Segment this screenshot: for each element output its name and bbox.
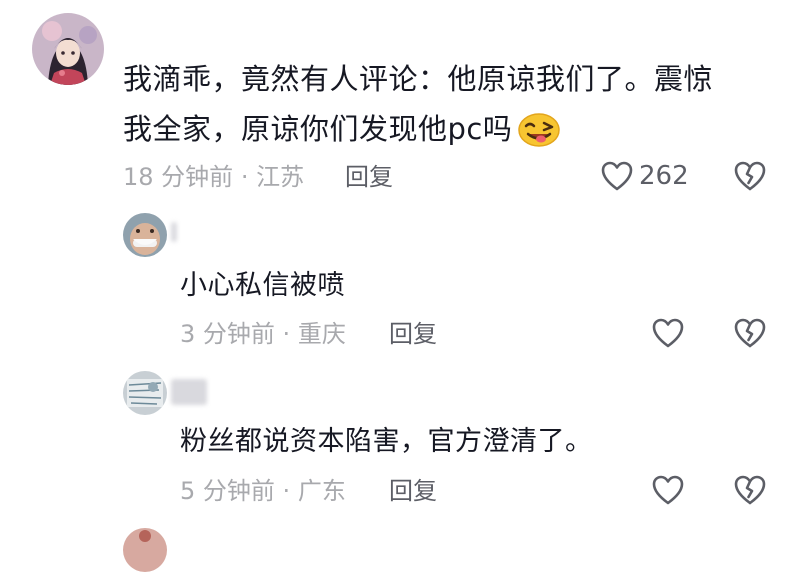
comment-text-line: 我全家，原谅你们发现他pc吗 (123, 104, 783, 154)
reply-meta: 5 分钟前 · 广东 (180, 476, 346, 506)
broken-heart-icon (733, 317, 767, 349)
reply-text: 小心私信被喷 (180, 270, 345, 301)
reply-location: 重庆 (297, 320, 346, 348)
reply-meta: 3 分钟前 · 重庆 (180, 319, 346, 349)
heart-outline-icon (651, 474, 685, 506)
comment-time: 18 分钟前 (123, 163, 234, 191)
comment-text-line-2: 我全家，原谅你们发现他pc吗 (123, 112, 513, 146)
heart-outline-icon (651, 317, 685, 349)
meta-separator: · (240, 163, 249, 191)
reply-text: 粉丝都说资本陷害，官方澄清了。 (180, 426, 593, 457)
heart-outline-icon (600, 160, 634, 192)
comment-text-line: 我滴乖，竟然有人评论：他原谅我们了。震惊 (123, 62, 714, 96)
replier-name-blurred (171, 222, 177, 242)
reply-button[interactable]: 回复 (345, 162, 393, 192)
reply-button[interactable]: 回复 (389, 319, 437, 349)
dislike-button[interactable] (733, 317, 767, 349)
broken-heart-icon (733, 474, 767, 506)
like-button[interactable] (651, 317, 685, 349)
comment-meta: 18 分钟前 · 江苏 (123, 162, 304, 192)
dislike-button[interactable] (733, 160, 767, 192)
comment-location: 江苏 (256, 163, 305, 191)
like-button[interactable] (651, 474, 685, 506)
replier-name-blurred (171, 379, 207, 405)
reply-location: 广东 (297, 477, 346, 505)
commenter-avatar[interactable] (32, 13, 104, 85)
winking-tongue-emoji-icon (516, 110, 562, 148)
reply-time: 5 分钟前 (180, 477, 275, 505)
dislike-button[interactable] (733, 474, 767, 506)
broken-heart-icon (733, 160, 767, 192)
like-count: 262 (639, 161, 689, 191)
replier-avatar[interactable] (123, 213, 167, 257)
like-button[interactable]: 262 (600, 160, 689, 192)
replier-avatar[interactable] (123, 371, 167, 415)
meta-separator: · (282, 320, 291, 348)
meta-separator: · (282, 477, 291, 505)
reply-button[interactable]: 回复 (389, 476, 437, 506)
comment-text: 我滴乖，竟然有人评论：他原谅我们了。震惊 我全家，原谅你们发现他pc吗 (123, 54, 783, 154)
next-replier-avatar[interactable] (123, 528, 167, 572)
reply-time: 3 分钟前 (180, 320, 275, 348)
